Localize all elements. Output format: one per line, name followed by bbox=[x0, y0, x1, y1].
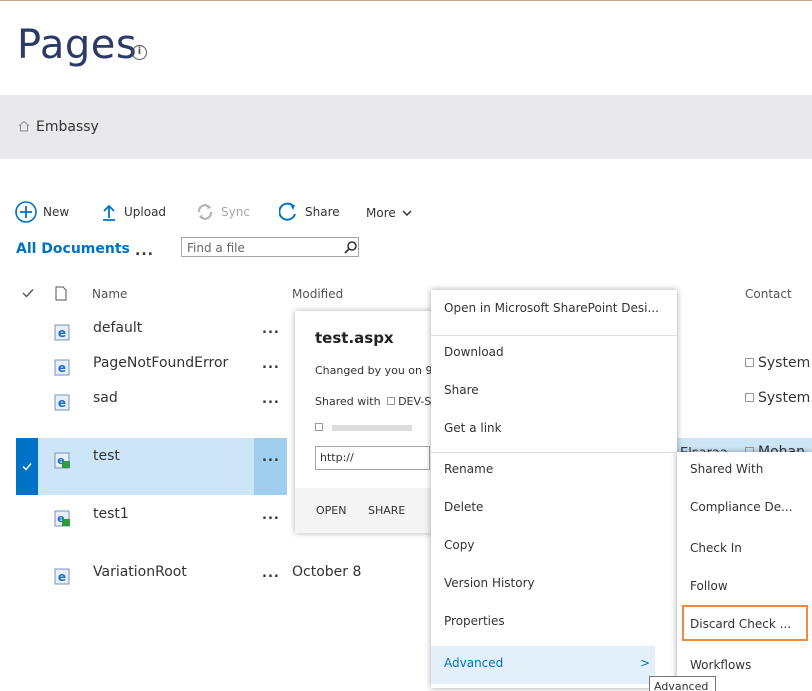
svg-text:e: e bbox=[58, 570, 66, 584]
home-icon bbox=[18, 120, 30, 132]
search-icon[interactable] bbox=[344, 240, 358, 254]
callout-changed-by: Changed by you on 9 bbox=[315, 364, 433, 377]
row-name[interactable]: PageNotFoundError bbox=[93, 355, 228, 371]
svg-text:e: e bbox=[58, 361, 66, 375]
checkmark-icon[interactable] bbox=[22, 288, 34, 298]
contact-name[interactable]: System bbox=[758, 355, 810, 371]
chevron-right-icon: > bbox=[640, 656, 651, 670]
menu-item-download[interactable]: Download bbox=[444, 345, 504, 359]
upload-icon bbox=[103, 204, 115, 221]
more-button[interactable]: More bbox=[366, 206, 418, 220]
row-name[interactable]: sad bbox=[93, 390, 118, 406]
submenu-item-compliance-details[interactable]: Compliance De... bbox=[690, 500, 793, 514]
checkmark-icon bbox=[22, 463, 32, 471]
ie-page-icon: e bbox=[54, 568, 70, 585]
submenu-item-follow[interactable]: Follow bbox=[690, 579, 728, 593]
share-button[interactable]: Share bbox=[279, 202, 340, 222]
shared-with-label: Shared with bbox=[315, 395, 381, 408]
advanced-tooltip: Advanced bbox=[649, 676, 716, 691]
context-menu: Open in Microsoft SharePoint Desi... Dow… bbox=[431, 290, 677, 688]
ie-page-icon: e bbox=[54, 359, 70, 376]
shared-with-value[interactable]: DEV-S bbox=[398, 395, 431, 408]
menu-item-open-designer[interactable]: Open in Microsoft SharePoint Desi... bbox=[444, 301, 659, 315]
sync-button[interactable]: Sync bbox=[195, 203, 250, 221]
more-button-label: More bbox=[366, 206, 396, 220]
modified-cell: October 8 bbox=[292, 564, 362, 580]
view-all-documents[interactable]: All Documents bbox=[16, 241, 130, 257]
selected-row-check[interactable] bbox=[16, 438, 38, 495]
search-input[interactable]: Find a file bbox=[181, 237, 359, 257]
share-button-label: Share bbox=[305, 205, 340, 219]
menu-item-share[interactable]: Share bbox=[444, 383, 479, 397]
column-header-contact[interactable]: Contact bbox=[745, 287, 792, 301]
search-placeholder: Find a file bbox=[187, 241, 245, 255]
discard-checkout-highlight bbox=[682, 605, 808, 641]
contact-cell: System bbox=[745, 355, 810, 371]
callout-open-button[interactable]: OPEN bbox=[316, 504, 346, 517]
selected-row-ellipsis-bg bbox=[254, 438, 287, 495]
menu-item-get-link[interactable]: Get a link bbox=[444, 421, 502, 435]
plus-circle-icon bbox=[15, 201, 37, 223]
svg-text:e: e bbox=[58, 326, 66, 340]
column-header-name[interactable]: Name bbox=[92, 287, 127, 301]
row-name[interactable]: test1 bbox=[93, 506, 129, 522]
new-button[interactable]: New bbox=[15, 201, 69, 223]
callout-share-button[interactable]: SHARE bbox=[368, 504, 405, 517]
breadcrumb-bar bbox=[0, 95, 812, 159]
row-ellipsis[interactable]: ... bbox=[262, 357, 280, 372]
row-ellipsis[interactable]: ... bbox=[262, 392, 280, 407]
row-ellipsis[interactable]: ... bbox=[262, 322, 280, 337]
menu-separator bbox=[431, 335, 677, 336]
contact-cell: System bbox=[745, 390, 810, 406]
row-name[interactable]: default bbox=[93, 320, 142, 336]
callout-title: test.aspx bbox=[315, 329, 394, 347]
svg-text:e: e bbox=[58, 396, 66, 410]
chevron-down-icon bbox=[402, 210, 412, 217]
sync-button-label: Sync bbox=[221, 205, 250, 219]
callout-blurred-line bbox=[315, 416, 415, 431]
submenu-item-check-in[interactable]: Check In bbox=[690, 541, 742, 555]
info-icon[interactable]: i bbox=[132, 45, 147, 60]
selected-row-background bbox=[16, 438, 254, 495]
top-rule bbox=[0, 0, 812, 1]
upload-button[interactable]: Upload bbox=[100, 203, 166, 221]
row-name[interactable]: VariationRoot bbox=[93, 564, 187, 580]
callout-shared-with: Shared with DEV-S bbox=[315, 395, 431, 408]
row-name[interactable]: test bbox=[93, 448, 120, 464]
checked-out-page-icon: e bbox=[54, 452, 70, 469]
new-button-label: New bbox=[43, 205, 70, 219]
submenu-item-shared-with[interactable]: Shared With bbox=[690, 462, 763, 476]
ie-page-icon: e bbox=[54, 324, 70, 341]
page-title: Pages bbox=[17, 22, 138, 68]
sync-icon bbox=[197, 204, 213, 220]
advanced-submenu: Shared With Compliance De... Check In Fo… bbox=[677, 452, 812, 691]
submenu-item-workflows[interactable]: Workflows bbox=[690, 658, 751, 672]
menu-item-rename[interactable]: Rename bbox=[444, 462, 493, 476]
menu-item-version-history[interactable]: Version History bbox=[444, 576, 535, 590]
upload-button-label: Upload bbox=[124, 205, 167, 219]
menu-item-advanced-label: Advanced bbox=[444, 656, 504, 670]
menu-item-delete[interactable]: Delete bbox=[444, 500, 483, 514]
row-ellipsis[interactable]: ... bbox=[262, 508, 280, 523]
menu-separator bbox=[431, 452, 677, 453]
row-ellipsis[interactable]: ... bbox=[262, 450, 280, 465]
menu-item-properties[interactable]: Properties bbox=[444, 614, 505, 628]
checked-out-page-icon: e bbox=[54, 510, 70, 527]
view-options-ellipsis[interactable]: ... bbox=[135, 243, 154, 259]
callout-link-field[interactable]: http:// bbox=[315, 446, 430, 470]
breadcrumb-site[interactable]: Embassy bbox=[36, 119, 99, 135]
row-ellipsis[interactable]: ... bbox=[262, 566, 280, 581]
menu-item-copy[interactable]: Copy bbox=[444, 538, 474, 552]
share-icon bbox=[279, 202, 296, 221]
document-icon bbox=[55, 286, 67, 301]
contact-name[interactable]: System bbox=[758, 390, 810, 406]
menu-item-advanced[interactable]: Advanced > bbox=[431, 646, 655, 684]
ie-page-icon: e bbox=[54, 394, 70, 411]
file-callout: test.aspx Changed by you on 9 Shared wit… bbox=[295, 311, 435, 533]
callout-footer: OPEN SHARE bbox=[295, 488, 435, 533]
column-header-modified[interactable]: Modified bbox=[292, 287, 343, 301]
